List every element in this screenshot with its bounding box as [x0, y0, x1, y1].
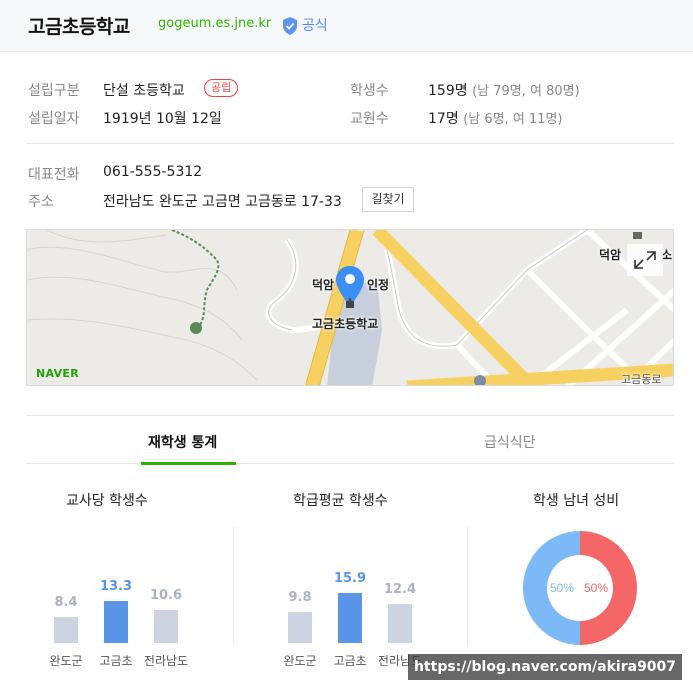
teachers-value: 17명 (남 6명, 여 11명): [428, 108, 562, 128]
date-value: 1919년 10월 12일: [103, 111, 222, 127]
verified-shield-icon: [283, 17, 297, 35]
bar-category-label: 전라남도: [143, 654, 189, 668]
official-label: 공식: [302, 18, 328, 34]
address-value: 전라남도 완도군 고금면 고금동로 17-33: [103, 194, 342, 210]
teachers-label: 교원수: [350, 111, 389, 127]
school-marker-icon: [346, 298, 354, 308]
bar-value-label: 8.4: [54, 594, 78, 610]
chart-title-class: 학급평균 학생수: [293, 493, 388, 509]
bar-category-label: 완도군: [283, 654, 317, 668]
chart-title-gender: 학생 남녀 성비: [533, 493, 620, 509]
students-detail: (남 79명, 여 80명): [472, 84, 580, 99]
chart-divider-1: [233, 527, 234, 645]
bar-category-label: 고금초: [333, 654, 367, 668]
chart-title-teacher: 교사당 학생수: [66, 493, 148, 509]
school-header: 고금초등학교 gogeum.es.jne.kr 공식: [0, 0, 693, 52]
expand-map-button[interactable]: [627, 244, 663, 276]
bar-value-label: 12.4: [383, 582, 417, 597]
bar-class-1: [338, 593, 362, 643]
bar-value-label: 9.8: [288, 590, 312, 606]
map-label-road: 고금동로: [621, 373, 662, 386]
students-value: 159명 (남 79명, 여 80명): [428, 80, 580, 100]
school-homepage-link[interactable]: gogeum.es.jne.kr: [158, 16, 271, 31]
map-label-school: 고금초등학교: [312, 317, 379, 331]
school-name: 고금초등학교: [28, 16, 130, 38]
map-label-deokam-right: 덕암: [599, 248, 622, 262]
bar-teacher-1: [104, 601, 128, 643]
donut-label-male: 50%: [550, 581, 574, 595]
teachers-detail: (남 6명, 여 11명): [463, 112, 563, 127]
students-count: 159명: [428, 83, 468, 99]
info-divider: [26, 143, 674, 144]
address-label: 주소: [28, 194, 54, 210]
bar-value-label: 13.3: [99, 579, 133, 595]
bar-category-label: 완도군: [49, 654, 83, 668]
stats-tabs: 재학생 통계 급식식단: [26, 415, 674, 465]
tab-meal-menu[interactable]: 급식식단: [484, 432, 536, 452]
students-label: 학생수: [350, 83, 389, 99]
bar-category-label: 고금초: [99, 654, 133, 668]
bar-value-label: 15.9: [333, 571, 367, 586]
naver-logo: NAVER: [36, 367, 79, 380]
phone-value[interactable]: 061-555-5312: [103, 164, 202, 180]
gender-ratio-donut: 50% 50%: [523, 531, 637, 645]
date-label: 설립일자: [28, 111, 80, 127]
phone-label: 대표전화: [28, 167, 80, 183]
bar-class-0: [288, 612, 312, 643]
map-roads: [27, 230, 673, 385]
teachers-count: 17명: [428, 111, 459, 127]
donut-label-female: 50%: [584, 581, 608, 595]
type-value: 단설 초등학교: [103, 83, 185, 99]
location-map[interactable]: 덕암 인정 고금초등학교 덕암 소 고금동로 NAVER: [26, 229, 674, 386]
type-label: 설립구분: [28, 83, 80, 99]
expand-icon: [634, 251, 656, 269]
blog-watermark: https://blog.naver.com/akira9007: [408, 654, 682, 680]
bar-value-label: 10.6: [149, 587, 183, 603]
map-label-injeong: 인정: [367, 278, 390, 292]
public-badge: 공립: [204, 79, 239, 97]
chart-divider-2: [467, 527, 468, 645]
active-tab-indicator: [141, 462, 236, 465]
bar-teacher-0: [54, 616, 78, 643]
directions-button[interactable]: 길찾기: [362, 187, 414, 212]
map-label-deokam: 덕암: [312, 278, 335, 292]
tab-student-stats[interactable]: 재학생 통계: [148, 432, 217, 452]
bar-teacher-2: [154, 609, 178, 643]
bar-class-2: [388, 604, 412, 643]
